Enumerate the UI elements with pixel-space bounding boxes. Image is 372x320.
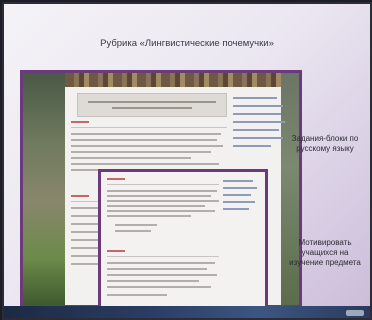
tasks-page-screenshot — [98, 169, 268, 315]
post-heading — [71, 195, 89, 197]
task-heading — [107, 250, 125, 252]
sidebar-links — [233, 97, 287, 153]
post-heading — [71, 121, 89, 123]
annotation-motivation: Мотивировать учащихся на изучение предме… — [289, 238, 361, 267]
nature-background-left — [23, 73, 65, 305]
header-image-strip — [65, 73, 281, 87]
slide: Рубрика «Лингвистические почемучки» Зада… — [2, 2, 372, 320]
slide-title: Рубрика «Лингвистические почемучки» — [100, 38, 274, 49]
task-heading — [107, 178, 125, 180]
annotation-task-blocks: Задания-блоки по русскому языку — [291, 134, 359, 153]
footer-logo — [346, 310, 364, 316]
sidebar-links — [223, 180, 259, 215]
blog-banner — [77, 93, 227, 117]
footer-band — [4, 306, 370, 318]
